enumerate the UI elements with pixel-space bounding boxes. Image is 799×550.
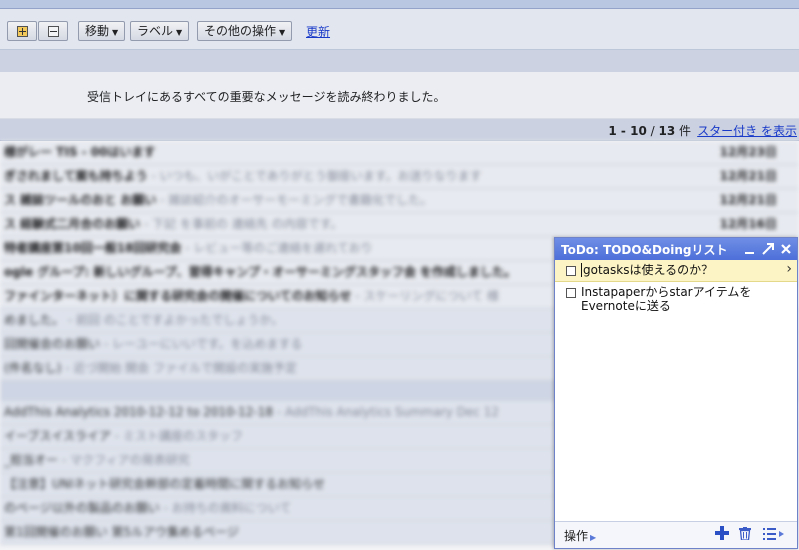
mail-snippet: - AddThis Analytics Summary Dec 12	[273, 405, 499, 419]
chevron-right-icon[interactable]: ›	[786, 262, 792, 276]
todo-task-list: gotasksは使えるのか？ › Instapaperからstarアイテムを E…	[555, 260, 797, 522]
trash-icon[interactable]	[739, 527, 751, 541]
list-switch-icon[interactable]	[763, 528, 785, 540]
mail-row[interactable]: ス 経験式二月合のお願い - 下記 を事前の 連絡先 の内容です。 12月16日	[0, 213, 799, 237]
todo-header[interactable]: ToDo: TODO&Doingリスト	[555, 238, 797, 260]
mail-date: 12月21日	[719, 193, 777, 207]
collapse-button[interactable]	[38, 21, 68, 41]
mail-subject: AddThis Analytics 2010-12-12 to 2010-12-…	[4, 405, 499, 419]
mail-snippet: - 前回 のことですよかったでしょうか。	[64, 313, 284, 327]
more-actions-label: その他の操作	[204, 24, 277, 38]
mail-subject: ぎされまして案も持ちよう - いつも、いがことでありがとう御座います。お送りなり…	[4, 169, 482, 183]
move-button-label: 移動	[85, 24, 110, 38]
plus-icon[interactable]	[715, 526, 729, 540]
pagination-bar: 1 - 10 / 13 件 スター付き を表示	[0, 119, 799, 141]
label-button-label: ラベル	[137, 24, 174, 38]
task-checkbox[interactable]	[566, 266, 576, 276]
window-controls	[743, 240, 793, 258]
separator: /	[646, 124, 659, 138]
todo-title: ToDo: TODO&Doingリスト	[561, 243, 728, 257]
close-icon[interactable]	[779, 240, 793, 258]
notice-text: 受信トレイにあるすべての重要なメッセージを読み終わりました。	[87, 90, 446, 104]
range: 1 - 10	[608, 124, 647, 138]
mail-snippet: - お持ちの資料について	[159, 501, 292, 515]
mail-subject: 回開催会のお願い - レーユーにいいです。を込めまする	[4, 337, 303, 351]
more-actions-button[interactable]: その他の操作 ▼	[197, 21, 293, 41]
todo-footer: 操作 ▶	[555, 521, 797, 548]
mail-subject: ogle グループ: 新しいグループ、習得キャンプ・オーサーミングスタッフ会 を…	[4, 265, 517, 279]
chevron-down-icon: ▼	[176, 28, 183, 37]
mail-date: 12月23日	[719, 145, 777, 159]
expand-button[interactable]	[7, 21, 37, 41]
mail-subject: ス 雑誌ツールのおと お願い - 雑誌紹介のオーサーモーミングで書籍化でした。	[4, 193, 433, 207]
minimize-icon[interactable]	[743, 240, 757, 258]
unit: 件	[675, 124, 691, 138]
refresh-link[interactable]: 更新	[306, 23, 330, 40]
mail-toolbar: 移動 ▼ ラベル ▼ その他の操作 ▼	[0, 9, 799, 50]
mail-date: 12月21日	[719, 169, 777, 183]
total: 13	[658, 124, 676, 138]
actions-label: 操作	[564, 529, 589, 543]
mail-snippet: - レビュー等のご連絡を遅れており	[181, 241, 373, 255]
mail-date: 12月16日	[719, 217, 777, 231]
mail-subject: 様がレー TIS - 00はいます	[4, 145, 156, 159]
mail-subject: イーブスイスライア - ミスト講座のスタッフ	[4, 429, 243, 443]
mail-subject: のページ以外の製品のお願い - お持ちの資料について	[4, 501, 292, 515]
chevron-down-icon: ▼	[279, 28, 286, 37]
triangle-right-icon: ▶	[590, 533, 597, 542]
task-item[interactable]: Instapaperからstarアイテムを Evernoteに送る	[555, 282, 797, 316]
mail-row[interactable]: ぎされまして案も持ちよう - いつも、いがことでありがとう御座います。お送りなり…	[0, 165, 799, 189]
toolbar-band	[0, 50, 799, 72]
show-starred-link[interactable]: スター付き を表示	[697, 122, 797, 139]
mail-subject: 【注意】UNIネット研究会幹部の定着時間に関するお知らせ	[4, 477, 326, 491]
collapse-icon	[47, 26, 59, 37]
top-border	[0, 0, 799, 9]
mail-subject: 特者講座第10回一般18回研究会 - レビュー等のご連絡を遅れており	[4, 241, 373, 255]
label-button[interactable]: ラベル ▼	[130, 21, 190, 41]
mail-snippet: - マクフィアの発表研究	[58, 453, 190, 467]
mail-subject: _担当オー - マクフィアの発表研究	[4, 453, 190, 467]
mail-subject: ス 経験式二月合のお願い - 下記 を事前の 連絡先 の内容です。	[4, 217, 343, 231]
mail-snippet: - 近づ開始 開会 ファイルで開設の実施予定	[61, 361, 297, 375]
mail-subject: ファインターネット）に関する研究会の開催についてのお知らせ - スケーリングにつ…	[4, 289, 499, 303]
actions-menu[interactable]: 操作 ▶	[564, 527, 596, 544]
mail-subject: 第1回開催のお願い 第5ルアウ集めるページ	[4, 525, 239, 539]
move-button[interactable]: 移動 ▼	[78, 21, 126, 41]
mail-snippet: - ミスト講座のスタッフ	[110, 429, 243, 443]
chevron-down-icon: ▼	[112, 28, 119, 37]
task-checkbox[interactable]	[566, 288, 576, 298]
mail-snippet: - 下記 を事前の 連絡先 の内容です。	[140, 217, 343, 231]
mail-subject: (件名なし) - 近づ開始 開会 ファイルで開設の実施予定	[4, 361, 297, 375]
mail-row[interactable]: ス 雑誌ツールのおと お願い - 雑誌紹介のオーサーモーミングで書籍化でした。 1…	[0, 189, 799, 213]
mail-snippet: - いつも、いがことでありがとう御座います。お送りなります	[147, 169, 482, 183]
mail-snippet: - スケーリングについて 様	[351, 289, 499, 303]
mail-snippet: - 雑誌紹介のオーサーモーミングで書籍化でした。	[156, 193, 433, 207]
expand-icon	[16, 26, 28, 37]
task-item[interactable]: gotasksは使えるのか？ ›	[555, 260, 797, 282]
todo-panel: ToDo: TODO&Doingリスト gotasksは使えるのか？ › Ins…	[554, 237, 798, 549]
inbox-notice: 受信トレイにあるすべての重要なメッセージを読み終わりました。	[0, 72, 799, 119]
mail-subject: めました。 - 前回 のことですよかったでしょうか。	[4, 313, 284, 327]
task-text[interactable]: Instapaperからstarアイテムを Evernoteに送る	[581, 285, 779, 313]
task-text[interactable]: gotasksは使えるのか？	[581, 263, 779, 277]
mail-snippet: - レーユーにいいです。を込めまする	[100, 337, 303, 351]
mail-row[interactable]: 様がレー TIS - 00はいます 12月23日	[0, 141, 799, 165]
message-count: 1 - 10 / 13 件	[608, 122, 691, 139]
popout-arrow-icon[interactable]	[761, 240, 775, 258]
